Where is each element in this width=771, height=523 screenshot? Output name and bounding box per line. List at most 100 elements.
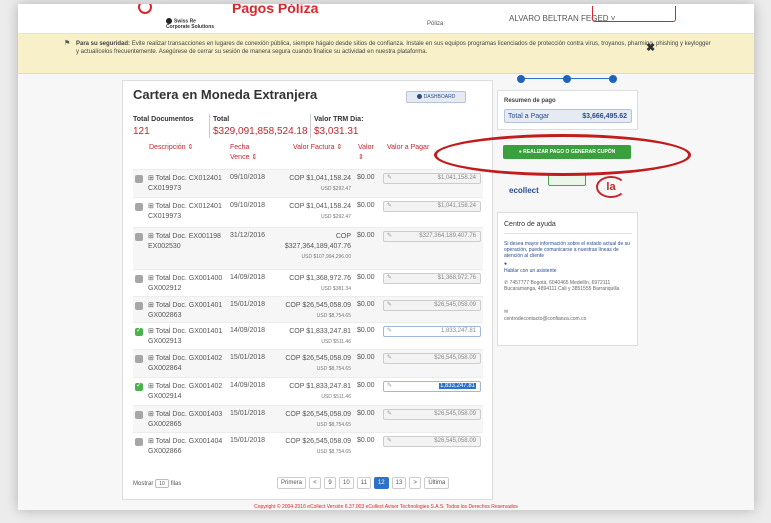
step-2 [563,75,571,83]
logout-button[interactable] [592,6,676,22]
invoice-value: COP $1,041,158.24 USD $292.47 [273,202,351,222]
table-row: ⊞ Total Doc. GX001404 GX002866 15/01/2018… [133,432,483,459]
value: $0.00 [357,437,375,444]
doc-description[interactable]: ⊞ Total Doc. CX012401 CX019973 [148,174,224,194]
invoice-value: COP $26,545,058.09 USD $8,754.65 [273,301,351,321]
amount-to-pay-input[interactable]: ✎ $1,041,158.24 [383,173,481,184]
usd-value: USD $8,754.65 [316,449,351,455]
row-checkbox[interactable] [135,275,143,283]
page-size-select[interactable]: 10 [155,479,170,488]
row-checkbox[interactable] [135,438,143,446]
invoice-value: COP $1,368,972.76 USD $381.34 [273,274,351,294]
row-checkbox[interactable] [135,326,143,336]
value: $0.00 [357,382,375,389]
doc-description[interactable]: ⊞ Total Doc. GX001402 GX002914 [148,382,224,402]
due-date: 14/09/2018 [230,327,266,334]
table-row: ⊞ Total Doc. GX001402 GX002864 15/01/2018… [133,349,483,377]
page-button[interactable]: < [309,477,322,489]
row-checkbox[interactable] [135,233,143,241]
amount-to-pay-input[interactable]: ✎ 1,833,247.81 [383,381,481,392]
row-checkbox[interactable] [135,175,143,183]
doc-description[interactable]: ⊞ Total Doc. EX001198 EX002530 [148,232,224,252]
row-checkbox[interactable] [135,302,143,310]
row-checkbox[interactable] [135,355,143,363]
col-fecha[interactable]: Fecha Vence ⇕ [230,143,270,163]
step-3 [609,75,617,83]
col-valor[interactable]: Valor ⇕ [358,143,374,163]
amount-to-pay-input[interactable]: ✎ $26,545,058.09 [383,353,481,364]
ecollect-badge [548,174,586,186]
due-date: 31/12/2016 [230,232,266,239]
amount-to-pay-input[interactable]: ✎ $26,545,058.09 [383,409,481,420]
page-button[interactable]: Última [424,477,450,489]
doc-description[interactable]: ⊞ Total Doc. GX001404 GX002866 [148,437,224,457]
amount-to-pay-input[interactable]: ✎ 1,833,247.81 [383,326,481,337]
table-row: ⊞ Total Doc. GX001402 GX002914 14/09/2018… [133,377,483,405]
help-text: Si desea mayor información sobre el esta… [504,241,630,259]
help-title: Centro de ayuda [504,221,556,228]
trm-label: Valor TRM Dia: [314,116,364,123]
email-link[interactable]: centrodecontacto@confianza.com.co [504,316,634,322]
page-button[interactable]: 13 [391,477,407,489]
total-docs-value: 121 [133,126,150,137]
page-button[interactable]: > [409,477,422,489]
notice-text: Evite realizar transacciones en lugares … [76,41,711,55]
row-checkbox[interactable] [135,203,143,211]
amount-to-pay-input[interactable]: ✎ $1,368,972.76 [383,273,481,284]
col-descripcion[interactable]: Descripción ⇕ [149,143,193,153]
copyright: Copyright © 2004-2016 eCollect Versión 6… [254,504,518,510]
amount-to-pay-input[interactable]: ✎ $26,545,058.09 [383,300,481,311]
due-date: 15/01/2018 [230,410,266,417]
total-pay-box: Total a Pagar $3,666,495.62 [504,109,632,123]
la-logo: la [596,176,626,198]
doc-description[interactable]: ⊞ Total Doc. GX001401 GX002863 [148,301,224,321]
chat-link[interactable]: Hablar con un asistente [504,268,634,274]
total-label: Total [213,116,230,123]
doc-description[interactable]: ⊞ Total Doc. CX012401 CX019973 [148,202,224,222]
doc-description[interactable]: ⊞ Total Doc. GX001400 GX002912 [148,274,224,294]
table-row: ⊞ Total Doc. CX012401 CX019973 09/10/2018… [133,197,483,227]
value: $0.00 [357,354,375,361]
brand-title: Pagos Póliza [232,4,319,16]
payment-summary: Resumen de pago Total a Pagar $3,666,495… [497,90,638,130]
usd-value: USD $8,754.65 [316,366,351,372]
page-button[interactable]: Primera [277,477,307,489]
amount-to-pay-input[interactable]: ✎ $327,364,189,407.76 [383,231,481,242]
dashboard-button[interactable]: DASHBOARD [406,91,466,103]
invoice-value: COP $26,545,058.09 USD $8,754.65 [273,410,351,430]
poliza-label: Póliza [427,21,444,27]
due-date: 09/10/2018 [230,202,266,209]
col-valor-factura[interactable]: Valor Factura ⇕ [293,143,342,153]
usd-value: USD $8,754.65 [316,422,351,428]
invoice-value: COP $1,041,158.24 USD $292.47 [273,174,351,194]
table-row: ⊞ Total Doc. GX001401 GX002863 15/01/2018… [133,296,483,322]
pay-button[interactable]: ● REALIZAR PAGO O GENERAR CUPÓN [503,145,631,159]
pencil-icon: ✎ [387,383,393,389]
pencil-icon: ✎ [387,302,393,308]
page-button[interactable]: 10 [339,477,354,489]
due-date: 15/01/2018 [230,301,266,308]
page-button[interactable]: 12 [373,477,389,489]
total-docs-label: Total Documentos [133,116,194,123]
divider [504,233,632,234]
value: $0.00 [357,274,375,281]
doc-description[interactable]: ⊞ Total Doc. GX001401 GX002913 [148,327,224,347]
amount-to-pay-input[interactable]: ✎ $26,545,058.09 [383,436,481,447]
usd-value: USD $511.46 [321,394,351,400]
invoice-value: COP $1,833,247.81 USD $511.46 [273,327,351,347]
amount-to-pay-input[interactable]: ✎ $1,041,158.24 [383,201,481,212]
row-checkbox[interactable] [135,381,143,391]
total-pay-value: $3,666,495.62 [582,113,627,120]
row-checkbox[interactable] [135,411,143,419]
chat-icon: ● [504,261,508,267]
page-button[interactable]: 9 [324,477,337,489]
value: $0.00 [357,202,375,209]
close-icon[interactable]: ✖ [646,43,655,54]
swiss-re-logo: Swiss Re Corporate Solutions [166,18,215,31]
doc-description[interactable]: ⊞ Total Doc. GX001402 GX002864 [148,354,224,374]
doc-description[interactable]: ⊞ Total Doc. GX001403 GX002865 [148,410,224,430]
page-button[interactable]: 11 [356,477,371,489]
pencil-icon: ✎ [387,438,393,444]
due-date: 09/10/2018 [230,174,266,181]
pencil-icon: ✎ [387,233,393,239]
